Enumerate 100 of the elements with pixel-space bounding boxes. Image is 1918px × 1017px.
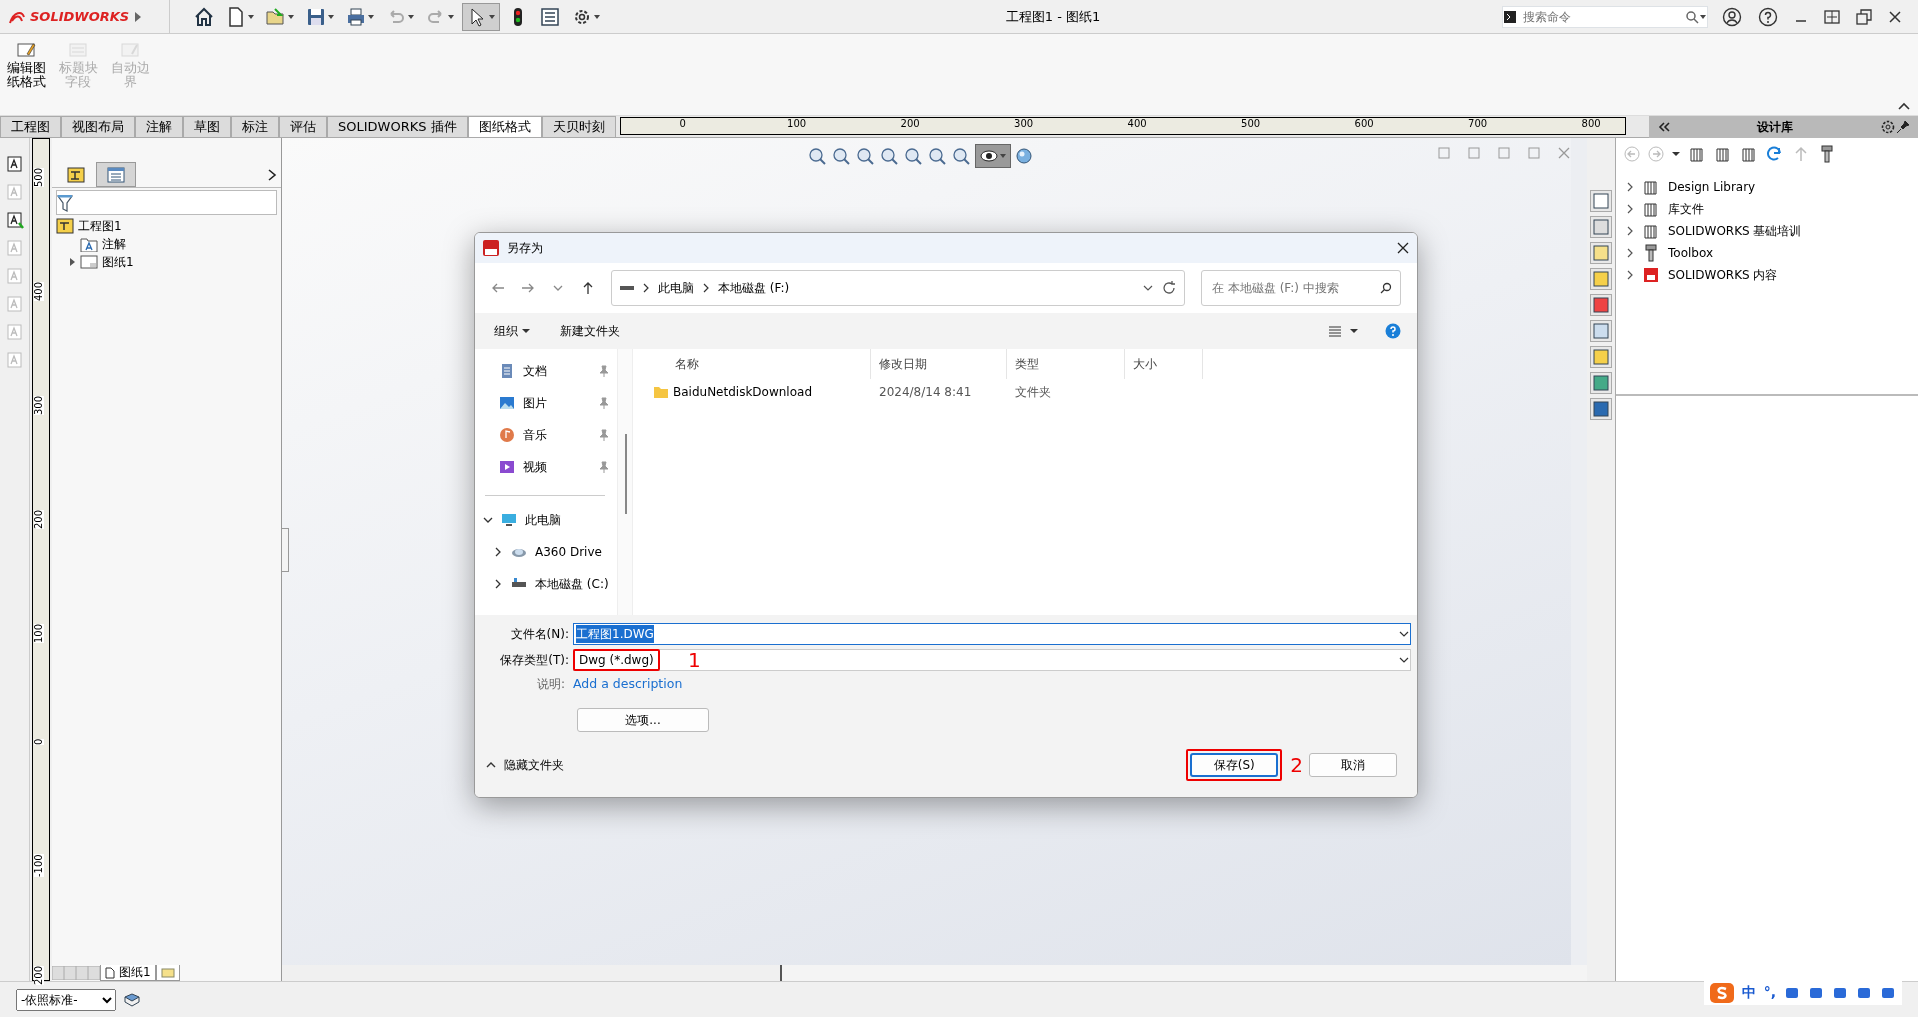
column-header[interactable]: 修改日期 <box>871 349 1007 379</box>
add-sheet-button[interactable] <box>155 965 180 981</box>
ribbon-tab[interactable]: 标注 <box>231 116 279 137</box>
chevron-right-icon[interactable] <box>1626 226 1634 236</box>
user-icon[interactable] <box>1722 6 1742 27</box>
nav-item[interactable]: 视频 <box>523 458 591 476</box>
add-library-icon[interactable] <box>1688 145 1706 163</box>
refresh-icon[interactable] <box>1766 145 1784 163</box>
back-icon[interactable] <box>491 281 505 295</box>
tree-item[interactable]: 注解 <box>102 235 126 253</box>
chevron-right-icon[interactable] <box>1626 204 1634 214</box>
cancel-button[interactable]: 取消 <box>1309 753 1397 777</box>
chevron-right-icon[interactable] <box>1626 182 1634 192</box>
book-icon[interactable] <box>124 992 140 1007</box>
up-icon[interactable] <box>581 281 595 295</box>
ribbon-tab[interactable]: 评估 <box>279 116 327 137</box>
library-item[interactable]: Toolbox <box>1668 244 1713 262</box>
nav-item[interactable]: 文档 <box>523 362 591 380</box>
ime-label[interactable]: °, <box>1763 982 1776 1003</box>
ime-toolbar[interactable]: 中 °, <box>1703 980 1902 1005</box>
ribbon-tab[interactable]: 图纸格式 <box>467 116 542 137</box>
splitter-handle[interactable] <box>281 528 289 572</box>
ruler-label: 600 <box>1354 119 1374 129</box>
pin-icon[interactable] <box>1896 120 1910 134</box>
ribbon-tab[interactable]: 注解 <box>135 116 183 137</box>
search-box[interactable]: 搜索命令 <box>1502 5 1708 28</box>
options-button[interactable]: 选项... <box>577 707 709 732</box>
close-icon[interactable] <box>1888 9 1902 24</box>
breadcrumb-item[interactable]: 此电脑 <box>658 279 694 297</box>
zoom-fit-icon[interactable] <box>831 146 851 166</box>
window-title: 工程图1 - 图纸1 <box>1005 7 1101 26</box>
tree-item[interactable]: 图纸1 <box>102 253 134 271</box>
tree-item[interactable]: 工程图1 <box>78 217 122 235</box>
tile-icon[interactable] <box>1824 8 1840 25</box>
double-chevron-icon[interactable] <box>1656 121 1671 133</box>
chevron-right-icon[interactable] <box>493 547 503 557</box>
sheet-icon <box>105 966 115 979</box>
annotation-number: 1 <box>688 650 701 670</box>
help-icon[interactable] <box>1758 6 1778 27</box>
chevron-right-icon[interactable] <box>1626 248 1634 258</box>
chevron-right-icon[interactable] <box>267 168 277 181</box>
toolbar-button[interactable]: 组织 <box>491 320 533 342</box>
search-box[interactable]: 在 本地磁盘 (F:) 中搜索 <box>1201 270 1401 306</box>
zoom-area-icon[interactable] <box>855 146 875 166</box>
annotation-tool-icon[interactable] <box>5 154 24 174</box>
description-link[interactable]: Add a description <box>573 675 683 694</box>
add-sheet-icon <box>160 967 175 978</box>
nav-item[interactable]: 音乐 <box>523 426 591 444</box>
sheet-tab[interactable]: 图纸1 <box>100 965 156 981</box>
dropdown-field[interactable]: 工程图1.DWG <box>573 623 1411 645</box>
hide-folders-button[interactable]: 隐藏文件夹 <box>483 754 567 776</box>
expand-arrow-icon[interactable] <box>68 258 76 266</box>
refresh-icon[interactable] <box>1162 281 1176 295</box>
ribbon-tab[interactable]: 工程图 <box>0 116 61 137</box>
property-tab[interactable] <box>96 162 136 187</box>
chevron-down-icon[interactable] <box>483 515 493 525</box>
sheet-icon <box>80 254 98 270</box>
library-item[interactable]: SOLIDWORKS 内容 <box>1668 266 1778 284</box>
breadcrumb-item[interactable]: 本地磁盘 (F:) <box>718 279 790 297</box>
zoom-icon[interactable] <box>807 146 827 166</box>
library-item[interactable]: Design Library <box>1668 178 1756 196</box>
ribbon-tab[interactable]: SOLIDWORKS 插件 <box>327 116 468 137</box>
file-name[interactable]: BaiduNetdiskDownload <box>673 383 812 401</box>
standard-dropdown[interactable]: -依照标准- <box>16 988 116 1011</box>
annotation-number: 2 <box>1290 755 1303 775</box>
settings-icon[interactable] <box>1880 119 1896 135</box>
chevron-right-icon[interactable] <box>1626 270 1634 280</box>
caret-icon[interactable] <box>1672 150 1680 158</box>
nav-item[interactable]: 图片 <box>523 394 591 412</box>
column-header[interactable]: 大小 <box>1125 349 1203 379</box>
eye-icon[interactable] <box>979 147 999 165</box>
chevron-right-icon[interactable] <box>493 579 503 589</box>
ribbon-tab[interactable]: 草图 <box>183 116 231 137</box>
sphere-icon[interactable] <box>1015 147 1033 165</box>
ribbon-tab[interactable]: 天贝时刻 <box>541 116 616 137</box>
restore-icon[interactable] <box>1856 8 1872 25</box>
selected-value: Dwg (*.dwg) <box>573 649 660 671</box>
table-cell-text: 文件夹 <box>1014 384 1052 401</box>
close-icon[interactable] <box>1397 242 1409 254</box>
save-button[interactable]: 保存(S) <box>1190 753 1279 777</box>
scrollbar[interactable] <box>1571 138 1587 965</box>
filter-field[interactable] <box>56 190 277 215</box>
library-item[interactable]: 库文件 <box>1668 200 1704 218</box>
column-header[interactable]: 名称 <box>649 349 871 379</box>
ime-label[interactable]: 中 <box>1741 982 1756 1003</box>
annotation-tool-icon[interactable] <box>5 210 24 230</box>
video-icon <box>499 459 515 475</box>
collapse-icon[interactable] <box>1898 101 1910 111</box>
column-header[interactable]: 类型 <box>1007 349 1125 379</box>
bolt-icon[interactable] <box>1818 145 1836 163</box>
nav-item[interactable]: A360 Drive <box>535 543 602 561</box>
ribbon-tab[interactable]: 视图布局 <box>61 116 135 137</box>
forward-icon[interactable] <box>521 281 535 295</box>
nav-item[interactable]: 此电脑 <box>525 511 561 529</box>
nav-item[interactable]: 本地磁盘 (C:) <box>535 575 609 593</box>
library-item[interactable]: SOLIDWORKS 基础培训 <box>1668 222 1802 240</box>
command-button[interactable]: 编辑图纸格式 <box>0 34 52 95</box>
address-bar[interactable]: 此电脑 本地磁盘 (F:) <box>611 270 1185 306</box>
scrollbar[interactable] <box>779 965 1587 981</box>
toolbar-button[interactable]: 新建文件夹 <box>557 320 623 342</box>
